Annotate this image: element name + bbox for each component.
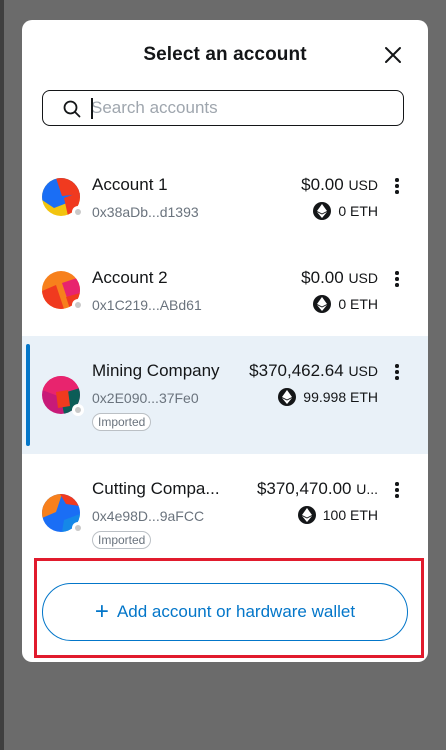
ethereum-icon [313,295,332,313]
search-icon [63,100,81,118]
account-address: 0x1C219...ABd61 [92,297,202,313]
account-row[interactable]: Account 2 0x1C219...ABd61 $0.00 USD 0 ET… [22,243,428,336]
account-row-selected[interactable]: Mining Company 0x2E090...37Fe0 Imported … [22,336,428,454]
fiat-amount: $370,470.00 [256,479,352,498]
fiat-balance: $0.00 USD [301,175,378,195]
account-name: Mining Company [92,361,220,380]
modal-title: Select an account [143,44,307,65]
fiat-balance: $370,462.64 USD [249,361,378,381]
fiat-currency: USD [348,363,378,379]
kebab-menu-icon[interactable] [394,364,400,382]
eth-amount: 99.998 ETH [303,389,378,405]
imported-tag: Imported [92,413,152,431]
eth-balance: 99.998 ETH [278,388,378,406]
network-badge [72,206,84,218]
network-badge [72,404,84,416]
kebab-menu-icon[interactable] [394,482,400,500]
eth-balance: 0 ETH [313,295,378,313]
fiat-currency: U... [356,481,378,497]
network-badge [72,299,84,311]
kebab-menu-icon[interactable] [394,271,400,289]
fiat-balance: $370,470.00 U... [257,479,378,499]
eth-balance: 100 ETH [297,506,378,524]
kebab-menu-icon[interactable] [394,178,400,196]
eth-amount: 0 ETH [338,296,378,312]
account-name: Account 1 [92,175,168,194]
account-address: 0x4e98D...9aFCC [92,508,205,524]
search-input[interactable] [91,96,391,120]
eth-amount: 100 ETH [322,507,378,523]
fiat-currency: USD [348,177,378,193]
ethereum-icon [278,388,297,406]
search-field[interactable] [42,90,404,126]
account-address: 0x2E090...37Fe0 [92,390,199,406]
ethereum-icon [297,506,316,524]
fiat-balance: $0.00 USD [301,268,378,288]
network-badge [72,522,84,534]
account-name: Cutting Compa... [92,479,220,498]
imported-tag: Imported [92,531,152,549]
fiat-amount: $0.00 [301,268,344,287]
eth-balance: 0 ETH [313,202,378,220]
eth-amount: 0 ETH [338,203,378,219]
modal-header: Select an account [22,20,428,90]
ethereum-icon [313,202,332,220]
selected-indicator [26,344,30,446]
account-name: Account 2 [92,268,168,287]
fiat-currency: USD [348,270,378,286]
fiat-amount: $0.00 [301,175,344,194]
text-caret [91,98,93,119]
backdrop-edge [0,0,4,750]
highlight-box [34,558,424,658]
fiat-amount: $370,462.64 [249,361,344,380]
account-row[interactable]: Cutting Compa... 0x4e98D...9aFCC Importe… [22,454,428,572]
account-row[interactable]: Account 1 0x38aDb...d1393 $0.00 USD 0 ET… [22,150,428,243]
close-icon[interactable] [382,44,404,66]
account-address: 0x38aDb...d1393 [92,204,199,220]
